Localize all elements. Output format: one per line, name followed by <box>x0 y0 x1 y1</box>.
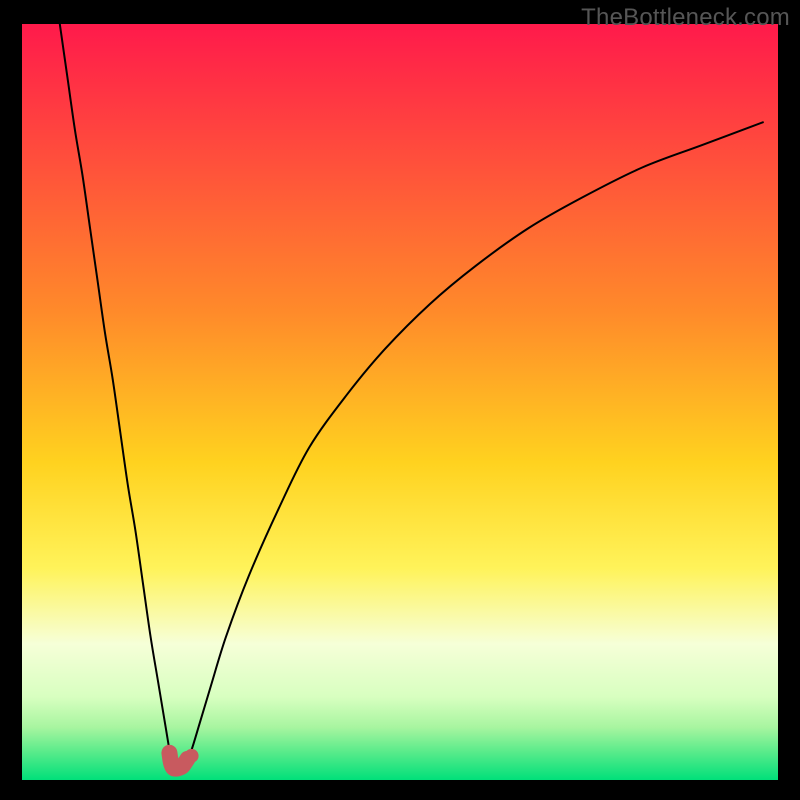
valley-marker-dot <box>185 749 199 763</box>
bottleneck-chart <box>22 24 778 780</box>
gradient-background <box>22 24 778 780</box>
attribution-label: TheBottleneck.com <box>581 4 790 32</box>
plot-area <box>22 24 778 780</box>
outer-frame: TheBottleneck.com <box>0 0 800 800</box>
